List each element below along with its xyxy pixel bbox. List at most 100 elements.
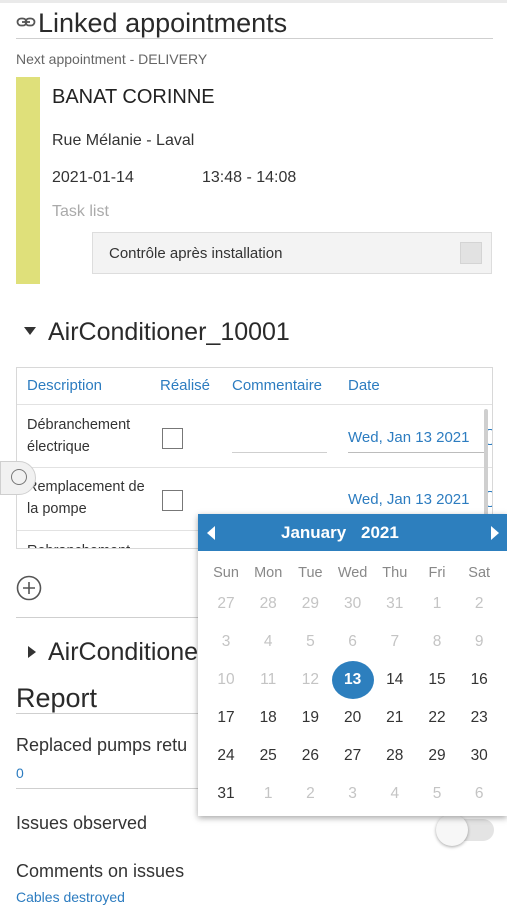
task-checkbox[interactable] [460,242,482,264]
calendar-day[interactable]: 4 [374,775,416,813]
calendar-day[interactable]: 25 [247,737,289,775]
calendar-day[interactable]: 8 [416,623,458,661]
task-label: Contrôle après installation [109,245,283,262]
move-icon [11,469,27,485]
calendar-day[interactable]: 31 [374,585,416,623]
row-1-description: Débranchement électrique [27,417,131,455]
calendar-day[interactable]: 29 [289,585,331,623]
toggle-knob[interactable] [436,814,468,846]
task-list-label: Task list [52,203,109,220]
title-divider [16,38,493,39]
calendar-day[interactable]: 16 [458,661,500,699]
weekday-label: Tue [298,565,323,581]
date-picker-header: January 2021 [198,514,507,551]
weekday-label: Thu [382,565,408,581]
calendar-day[interactable]: 11 [247,661,289,699]
equipment-title-1: AirConditioner_10001 [48,318,290,346]
page-title: Linked appointments [38,8,288,38]
column-header-done[interactable]: Réalisé [160,377,210,394]
link-icon [16,17,36,27]
weekday-label: Wed [337,565,368,581]
calendar-day[interactable]: 30 [332,585,374,623]
row-1-date-field[interactable]: Wed, Jan 13 2021 [348,429,469,446]
calendar-day[interactable]: 21 [374,699,416,737]
replaced-pumps-value[interactable]: 0 [16,765,24,781]
column-header-date[interactable]: Date [348,377,380,394]
calendar-day[interactable]: 4 [247,623,289,661]
next-month-icon[interactable] [491,526,499,540]
issues-observed-label: Issues observed [16,813,148,833]
row-3-description: Rebranchement [27,540,152,548]
expand-toggle-equipment-1[interactable] [24,327,36,335]
calendar-day[interactable]: 1 [247,775,289,813]
calendar-day[interactable]: 2 [289,775,331,813]
equipment-title-2: AirConditioner [48,638,207,666]
calendar-day[interactable]: 5 [289,623,331,661]
row-1-date-underline [348,452,488,453]
calendar-day[interactable]: 28 [247,585,289,623]
expand-toggle-equipment-2[interactable] [28,646,36,658]
column-header-comment[interactable]: Commentaire [232,377,322,394]
row-2-date-field[interactable]: Wed, Jan 13 2021 [348,491,469,508]
calendar-day[interactable]: 28 [374,737,416,775]
appointment-address: Rue Mélanie - Laval [52,132,195,149]
calendar-day[interactable]: 17 [205,699,247,737]
report-title: Report [16,683,98,713]
calendar-day[interactable]: 20 [332,699,374,737]
calendar-day[interactable]: 27 [332,737,374,775]
row-1-comment-input[interactable] [232,452,327,453]
calendar-day[interactable]: 2 [458,585,500,623]
calendar-day[interactable]: 5 [416,775,458,813]
calendar-day-selected[interactable]: 13 [331,661,374,699]
calendar-day[interactable]: 14 [374,661,416,699]
calendar-day[interactable]: 7 [374,623,416,661]
row-divider [17,467,492,468]
calendar-day[interactable]: 29 [416,737,458,775]
calendar-day[interactable]: 23 [458,699,500,737]
calendar-day[interactable]: 26 [289,737,331,775]
comments-on-issues-value[interactable]: Cables destroyed [16,889,125,905]
caret-right-icon [28,646,36,658]
weekday-label: Sun [213,565,239,581]
weekday-label: Mon [254,565,283,581]
calendar-year[interactable]: 2021 [361,523,399,543]
row-2-done-checkbox[interactable] [162,490,183,511]
prev-month-icon[interactable] [207,526,215,540]
calendar-day[interactable]: 24 [205,737,247,775]
calendar-day[interactable]: 3 [332,775,374,813]
calendar-month[interactable]: January [281,523,346,543]
calendar-day[interactable]: 10 [205,661,247,699]
calendar-day[interactable]: 19 [289,699,331,737]
row-2-description: Remplacement de la pompe [27,479,145,517]
calendar-day[interactable]: 30 [458,737,500,775]
calendar-day[interactable]: 6 [458,775,500,813]
customer-name: BANAT CORINNE [52,86,215,108]
calendar-day[interactable]: 31 [205,775,247,813]
comments-on-issues-label: Comments on issues [16,861,185,881]
add-circle-icon[interactable] [16,575,42,601]
calendar-day[interactable]: 3 [205,623,247,661]
calendar-day[interactable]: 9 [458,623,500,661]
next-appointment-label: Next appointment - DELIVERY [16,51,208,67]
task-item: Contrôle après installation [92,232,492,274]
appointment-accent-bar [16,77,40,284]
calendar-day-label: 13 [343,671,362,688]
calendar-day[interactable]: 15 [416,661,458,699]
calendar-day[interactable]: 12 [289,661,331,699]
date-picker-popup: January 2021 Sun Mon Tue Wed Thu Fri Sat 27 28 29… [198,514,507,816]
appointment-time: 13:48 - 14:08 [202,169,297,186]
drag-handle[interactable] [0,461,36,495]
column-header-description[interactable]: Description [27,377,102,394]
calendar-day[interactable]: 18 [247,699,289,737]
weekday-label: Sat [468,565,491,581]
row-1-done-checkbox[interactable] [162,428,183,449]
weekday-label: Fri [428,565,446,581]
calendar-day[interactable]: 22 [416,699,458,737]
calendar-day[interactable]: 27 [205,585,247,623]
appointment-date: 2021-01-14 [52,169,134,186]
calendar-day[interactable]: 6 [332,623,374,661]
calendar-day[interactable]: 1 [416,585,458,623]
caret-down-icon [24,327,36,335]
top-divider [0,0,507,3]
replaced-pumps-label: Replaced pumps retu [16,735,188,755]
